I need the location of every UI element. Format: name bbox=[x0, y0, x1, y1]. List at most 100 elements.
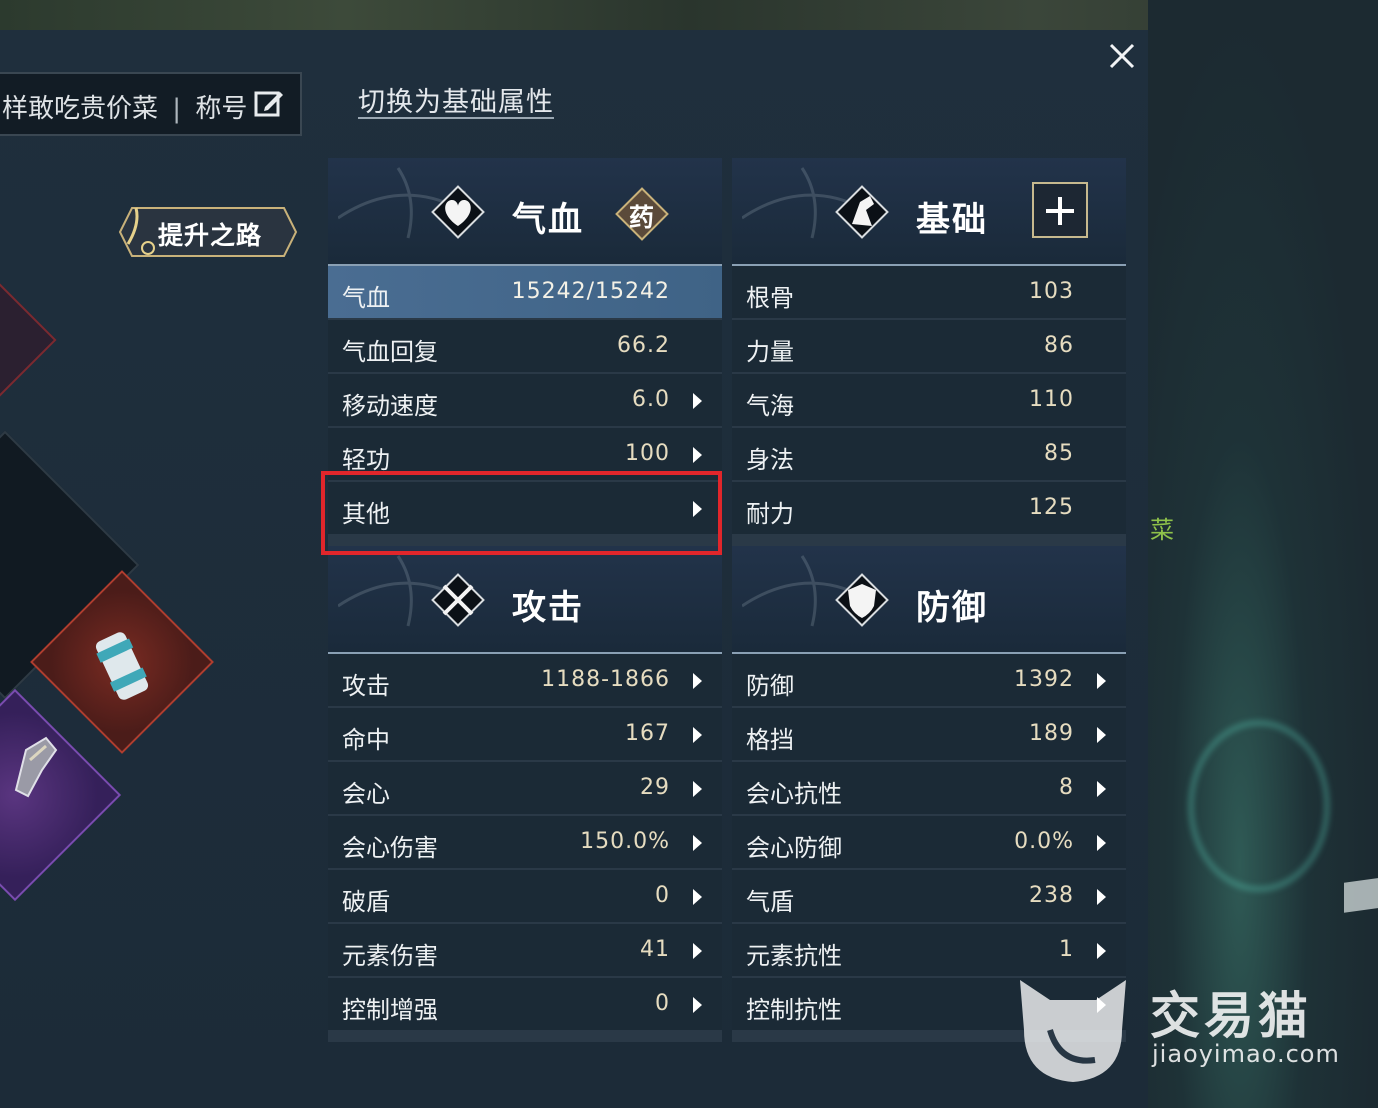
stat-label: 力量 bbox=[746, 338, 794, 366]
player-name-line: 样敢吃贵价菜 | 称号 bbox=[2, 88, 247, 125]
jichu-section: 基础 根骨 103 力量 86 气海 110 身法 85 耐力 125 bbox=[732, 158, 1126, 546]
expand-arrow-icon[interactable] bbox=[693, 447, 702, 463]
expand-arrow-icon[interactable] bbox=[693, 889, 702, 905]
stat-row-podun[interactable]: 破盾 0 bbox=[328, 870, 722, 924]
expand-arrow-icon[interactable] bbox=[693, 943, 702, 959]
expand-arrow-icon[interactable] bbox=[1097, 727, 1106, 743]
close-icon bbox=[1109, 43, 1135, 69]
stat-row-liliang[interactable]: 力量 86 bbox=[732, 320, 1126, 374]
expand-arrow-icon[interactable] bbox=[693, 393, 702, 409]
expand-arrow-icon[interactable] bbox=[1097, 673, 1106, 689]
expand-arrow-icon[interactable] bbox=[1097, 835, 1106, 851]
expand-arrow-icon[interactable] bbox=[693, 673, 702, 689]
stat-row-huixin-kangxing[interactable]: 会心抗性 8 bbox=[732, 762, 1126, 816]
expand-arrow-icon[interactable] bbox=[693, 835, 702, 851]
expand-arrow-icon[interactable] bbox=[1097, 889, 1106, 905]
stat-label: 防御 bbox=[746, 672, 794, 700]
stat-value: 238 bbox=[1029, 883, 1074, 908]
stat-value: 41 bbox=[640, 937, 670, 962]
stat-row-qixue-huifu[interactable]: 气血回复 66.2 bbox=[328, 320, 722, 374]
stat-label: 命中 bbox=[342, 726, 390, 754]
stat-row-qidun[interactable]: 气盾 238 bbox=[732, 870, 1126, 924]
stat-label: 根骨 bbox=[746, 284, 794, 312]
stat-row-fangyu[interactable]: 防御 1392 bbox=[732, 654, 1126, 708]
stat-row-shenfa[interactable]: 身法 85 bbox=[732, 428, 1126, 482]
stat-row-move-speed[interactable]: 移动速度 6.0 bbox=[328, 374, 722, 428]
title-label[interactable]: 称号 bbox=[195, 94, 247, 124]
stat-value: 85 bbox=[1044, 441, 1074, 466]
stat-row-huixin-fangyu[interactable]: 会心防御 0.0% bbox=[732, 816, 1126, 870]
background-scenery-right: 菜 bbox=[1148, 0, 1378, 1108]
stat-row-naili[interactable]: 耐力 125 bbox=[732, 482, 1126, 536]
medicine-badge[interactable]: 药 bbox=[614, 186, 670, 242]
stat-label: 会心 bbox=[342, 780, 390, 808]
expand-arrow-icon[interactable] bbox=[693, 997, 702, 1013]
stat-label: 会心抗性 bbox=[746, 780, 842, 808]
jichu-section-header: 基础 bbox=[732, 158, 1126, 266]
stat-value: 8 bbox=[1059, 775, 1074, 800]
promote-button-label: 提升之路 bbox=[158, 221, 263, 250]
stat-value: 1392 bbox=[1014, 667, 1074, 692]
expand-arrow-icon[interactable] bbox=[693, 781, 702, 797]
stat-value: 0 bbox=[655, 991, 670, 1016]
heart-icon bbox=[431, 185, 485, 239]
jiaoyimao-watermark: 交易猫 jiaoyimao.com bbox=[1010, 970, 1340, 1090]
stat-label: 控制增强 bbox=[342, 996, 438, 1024]
stat-value: 0 bbox=[655, 883, 670, 908]
jichu-section-title: 基础 bbox=[916, 200, 988, 240]
expand-arrow-icon[interactable] bbox=[693, 727, 702, 743]
stat-row-mingzhong[interactable]: 命中 167 bbox=[328, 708, 722, 762]
stat-value: 1 bbox=[1059, 937, 1074, 962]
gongji-section-header: 攻击 bbox=[328, 546, 722, 654]
add-attribute-point-button[interactable] bbox=[1032, 182, 1088, 238]
stat-row-huixin[interactable]: 会心 29 bbox=[328, 762, 722, 816]
stat-value: 66.2 bbox=[617, 333, 670, 358]
stat-row-gengu[interactable]: 根骨 103 bbox=[732, 266, 1126, 320]
portal-glow bbox=[1188, 720, 1330, 892]
stat-row-other[interactable]: 其他 bbox=[328, 482, 722, 536]
section-divider bbox=[328, 1032, 722, 1042]
stat-row-huixin-shanghai[interactable]: 会心伤害 150.0% bbox=[328, 816, 722, 870]
stat-value: 1188-1866 bbox=[541, 667, 670, 692]
stat-label: 气血 bbox=[342, 284, 390, 312]
fangyu-section: 防御 防御 1392 格挡 189 会心抗性 8 会心防御 0.0% 气盾 23… bbox=[732, 546, 1126, 1042]
stat-value: 167 bbox=[625, 721, 670, 746]
close-button[interactable] bbox=[1102, 36, 1142, 76]
expand-arrow-icon[interactable] bbox=[693, 501, 702, 517]
player-name-box: 样敢吃贵价菜 | 称号 bbox=[0, 72, 302, 136]
stat-row-gedang[interactable]: 格挡 189 bbox=[732, 708, 1126, 762]
expand-arrow-icon[interactable] bbox=[1097, 781, 1106, 797]
stat-row-yuansu-shanghai[interactable]: 元素伤害 41 bbox=[328, 924, 722, 978]
stat-row-qixue[interactable]: 气血 15242/15242 bbox=[328, 266, 722, 320]
stat-label: 气海 bbox=[746, 392, 794, 420]
watermark-text-en: jiaoyimao.com bbox=[1152, 1040, 1340, 1068]
qixue-section-title: 气血 bbox=[512, 200, 584, 240]
stat-label: 破盾 bbox=[342, 888, 390, 916]
expand-arrow-icon[interactable] bbox=[1097, 943, 1106, 959]
crossed-swords-icon bbox=[431, 573, 485, 627]
stat-label: 控制抗性 bbox=[746, 996, 842, 1024]
stat-label: 其他 bbox=[342, 500, 390, 528]
promote-path-button[interactable]: 提升之路 bbox=[118, 204, 298, 260]
stat-value: 29 bbox=[640, 775, 670, 800]
stat-label: 元素抗性 bbox=[746, 942, 842, 970]
edit-icon[interactable] bbox=[254, 88, 284, 118]
stat-row-qinggong[interactable]: 轻功 100 bbox=[328, 428, 722, 482]
stat-label: 会心防御 bbox=[746, 834, 842, 862]
stat-label: 气血回复 bbox=[342, 338, 438, 366]
stat-label: 会心伤害 bbox=[342, 834, 438, 862]
stat-row-gongji[interactable]: 攻击 1188-1866 bbox=[328, 654, 722, 708]
stat-row-kongzhi-zengqiang[interactable]: 控制增强 0 bbox=[328, 978, 722, 1032]
gongji-section: 攻击 攻击 1188-1866 命中 167 会心 29 会心伤害 150.0%… bbox=[328, 546, 722, 1042]
stat-value: 189 bbox=[1029, 721, 1074, 746]
stat-label: 移动速度 bbox=[342, 392, 438, 420]
switch-to-basic-attributes-link[interactable]: 切换为基础属性 bbox=[358, 80, 554, 119]
stat-label: 耐力 bbox=[746, 500, 794, 528]
fangyu-section-title: 防御 bbox=[916, 588, 988, 628]
stat-row-qihai[interactable]: 气海 110 bbox=[732, 374, 1126, 428]
stat-value: 103 bbox=[1029, 279, 1074, 304]
stat-label: 元素伤害 bbox=[342, 942, 438, 970]
gauntlet-item-icon bbox=[14, 736, 58, 798]
section-divider bbox=[732, 536, 1126, 546]
cat-logo-icon bbox=[1020, 980, 1126, 1082]
